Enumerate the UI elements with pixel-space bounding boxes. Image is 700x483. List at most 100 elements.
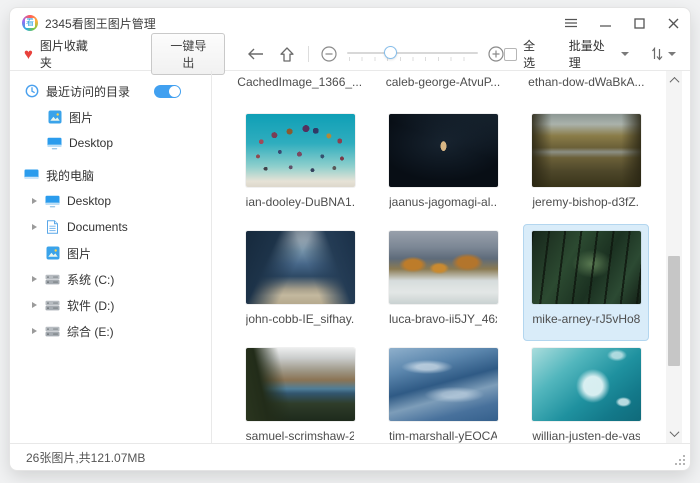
- sidebar-item-label: 软件 (D:): [67, 297, 114, 314]
- sort-order-icon: [651, 47, 663, 61]
- chevron-down-icon: [621, 52, 629, 56]
- photo-filename[interactable]: CachedImage_1366_...: [237, 75, 362, 89]
- document-icon: [45, 220, 60, 235]
- photo-thumbnail[interactable]: [389, 348, 498, 421]
- status-text: 26张图片,共121.07MB: [26, 449, 145, 466]
- back-button[interactable]: [247, 48, 264, 60]
- expand-arrow-icon[interactable]: [32, 302, 45, 308]
- drive-icon: [45, 298, 60, 313]
- drive-icon: [45, 324, 60, 339]
- photo-thumbnail[interactable]: [246, 114, 355, 187]
- sidebar-item-drive-c[interactable]: 系统 (C:): [10, 266, 211, 292]
- photo-item[interactable]: ian-dooley-DuBNA1...: [237, 107, 363, 224]
- sidebar-item-label: 图片: [67, 245, 91, 262]
- batch-process-dropdown[interactable]: 批量处理: [569, 37, 629, 71]
- photo-item-selected[interactable]: mike-arney-rJ5vHo8...: [523, 224, 649, 341]
- sidebar-item-label: 系统 (C:): [67, 271, 114, 288]
- select-all-label[interactable]: 全选: [523, 37, 547, 71]
- computer-section-header[interactable]: 我的电脑: [10, 162, 211, 188]
- recent-section-label: 最近访问的目录: [46, 83, 130, 100]
- photo-cell: ian-dooley-DuBNA1...: [228, 107, 371, 224]
- window-controls: [554, 8, 690, 38]
- app-window: 2345看图王图片管理 ♥ 图片收藏夹 一键导出: [10, 8, 690, 470]
- export-button[interactable]: 一键导出: [151, 33, 225, 75]
- expand-arrow-icon[interactable]: [32, 328, 45, 334]
- photo-thumbnail[interactable]: [532, 231, 641, 304]
- close-button[interactable]: [656, 8, 690, 38]
- expand-arrow-icon[interactable]: [32, 198, 45, 204]
- up-home-button[interactable]: [280, 47, 294, 62]
- picture-icon: [47, 110, 62, 125]
- photo-item[interactable]: samuel-scrimshaw-2...: [237, 341, 363, 458]
- expand-arrow-icon[interactable]: [32, 224, 45, 230]
- sidebar-item-label: Desktop: [69, 136, 113, 150]
- photo-thumbnail[interactable]: [389, 114, 498, 187]
- sidebar-item-computer-pictures[interactable]: 图片: [10, 240, 211, 266]
- sort-dropdown[interactable]: [651, 47, 676, 61]
- sidebar-item-drive-e[interactable]: 综合 (E:): [10, 318, 211, 344]
- chevron-down-icon: [668, 52, 676, 56]
- sidebar-item-computer-desktop[interactable]: Desktop: [10, 188, 211, 214]
- scroll-down-icon[interactable]: [666, 426, 682, 441]
- window-title: 2345看图王图片管理: [45, 15, 156, 32]
- photo-item[interactable]: jeremy-bishop-d3fZ...: [523, 107, 649, 224]
- photo-filename[interactable]: caleb-george-AtvuP...: [386, 75, 501, 89]
- recent-section-header[interactable]: 最近访问的目录: [10, 78, 211, 104]
- scrollbar-thumb[interactable]: [668, 256, 680, 366]
- computer-section-label: 我的电脑: [46, 167, 94, 184]
- photo-cell: jeremy-bishop-d3fZ...: [515, 107, 658, 224]
- zoom-out-button[interactable]: [321, 46, 337, 62]
- photo-cell: jaanus-jagomagi-al...: [371, 107, 514, 224]
- monitor-icon: [45, 194, 60, 209]
- expand-arrow-icon[interactable]: [32, 276, 45, 282]
- resize-grip[interactable]: [674, 454, 686, 466]
- photo-filename: jeremy-bishop-d3fZ...: [532, 195, 640, 209]
- photo-filename: samuel-scrimshaw-2...: [246, 429, 354, 443]
- vertical-scrollbar[interactable]: [666, 71, 682, 443]
- recent-toggle[interactable]: [154, 85, 181, 98]
- photo-item[interactable]: luca-bravo-ii5JY_46x...: [380, 224, 506, 341]
- photo-thumbnail[interactable]: [246, 231, 355, 304]
- sidebar-item-drive-d[interactable]: 软件 (D:): [10, 292, 211, 318]
- heart-icon: ♥: [24, 47, 33, 62]
- sidebar-item-recent-desktop[interactable]: Desktop: [10, 130, 211, 156]
- titlebar: 2345看图王图片管理: [10, 8, 690, 38]
- photo-thumbnail[interactable]: [532, 114, 641, 187]
- picture-icon: [45, 246, 60, 261]
- photo-cell: john-cobb-IE_sifhay...: [228, 224, 371, 341]
- photo-filename: willian-justen-de-vas...: [532, 429, 640, 443]
- sidebar-item-label: 图片: [69, 109, 93, 126]
- photo-item[interactable]: tim-marshall-yEOCA...: [380, 341, 506, 458]
- maximize-button[interactable]: [622, 8, 656, 38]
- slider-track[interactable]: [347, 52, 478, 54]
- photo-thumbnail[interactable]: [389, 231, 498, 304]
- zoom-in-button[interactable]: [488, 46, 504, 62]
- photo-thumbnail[interactable]: [246, 348, 355, 421]
- statusbar: 26张图片,共121.07MB: [10, 443, 690, 470]
- hamburger-menu-icon[interactable]: [554, 8, 588, 38]
- app-logo-icon: [22, 15, 38, 31]
- sidebar-item-label: Documents: [67, 220, 128, 234]
- clock-icon: [24, 84, 39, 99]
- photo-filename[interactable]: ethan-dow-dWaBkA...: [528, 75, 644, 89]
- photo-thumbnail[interactable]: [532, 348, 641, 421]
- photo-grid-row: ian-dooley-DuBNA1... jaanus-jagomagi-al..…: [228, 107, 658, 224]
- photo-filename: mike-arney-rJ5vHo8...: [532, 312, 640, 326]
- photo-filename: jaanus-jagomagi-al...: [389, 195, 497, 209]
- sidebar-item-recent-pictures[interactable]: 图片: [10, 104, 211, 130]
- photo-item[interactable]: john-cobb-IE_sifhay...: [237, 224, 363, 341]
- sidebar: 最近访问的目录 图片 Desktop 我的电脑 Desktop Documents 图…: [10, 71, 212, 443]
- photo-item[interactable]: jaanus-jagomagi-al...: [380, 107, 506, 224]
- computer-icon: [24, 168, 39, 183]
- scroll-up-icon[interactable]: [666, 73, 682, 88]
- photo-grid-row: samuel-scrimshaw-2... tim-marshall-yEOCA.…: [228, 341, 658, 458]
- monitor-icon: [47, 136, 62, 151]
- photo-filename: john-cobb-IE_sifhay...: [246, 312, 354, 326]
- sidebar-item-computer-documents[interactable]: Documents: [10, 214, 211, 240]
- photo-cell: tim-marshall-yEOCA...: [371, 341, 514, 458]
- zoom-slider[interactable]: [347, 44, 478, 64]
- photo-item[interactable]: willian-justen-de-vas...: [523, 341, 649, 458]
- toolbar-divider: [308, 46, 309, 62]
- minimize-button[interactable]: [588, 8, 622, 38]
- select-all-checkbox[interactable]: [504, 48, 517, 61]
